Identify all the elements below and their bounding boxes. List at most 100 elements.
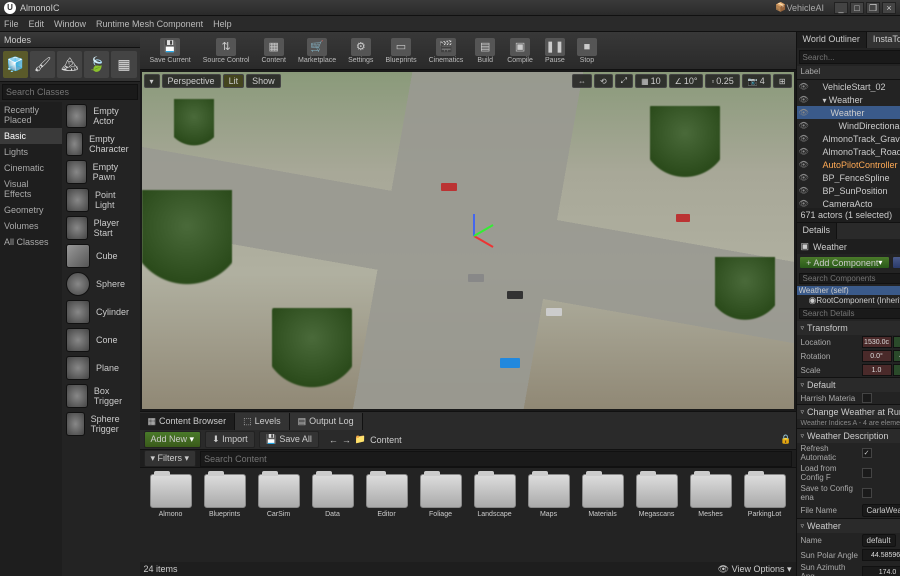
filters-button[interactable]: ▾ Filters ▾ (144, 450, 197, 467)
outliner-row[interactable]: 👁CameraActoCameraActo (797, 197, 900, 208)
save-all-button[interactable]: 💾 Save All (259, 431, 319, 448)
place-item[interactable]: Sphere Trigger (62, 410, 140, 438)
folder-almono[interactable]: Almono (146, 474, 196, 556)
category-all-classes[interactable]: All Classes (0, 234, 62, 250)
folder-landscape[interactable]: Landscape (470, 474, 520, 556)
place-item[interactable]: Empty Actor (62, 102, 140, 130)
tab-world-outliner[interactable]: World Outliner (797, 32, 867, 48)
menu-edit[interactable]: Edit (29, 19, 45, 29)
category-recently-placed[interactable]: Recently Placed (0, 102, 62, 128)
snap-angle-value[interactable]: ∠ 10° (669, 74, 704, 88)
viewport-options-button[interactable]: ▾ (144, 74, 160, 88)
outliner-row[interactable]: 👁VehicleStart_02PlayerStart (797, 80, 900, 93)
menu-window[interactable]: Window (54, 19, 86, 29)
outliner-row[interactable]: 👁WindDirectionalSource1WindDirectiona (797, 119, 900, 132)
component-root[interactable]: ◉RootComponent (Inherited) (797, 295, 900, 306)
folder-editor[interactable]: Editor (362, 474, 412, 556)
viewport-show-button[interactable]: Show (246, 74, 281, 88)
outliner-row[interactable]: 👁AutoPilotControllerAutoPilotCont (797, 158, 900, 171)
lock-icon[interactable]: 🔒 (780, 434, 791, 445)
tab-instatoport[interactable]: InstaToport (867, 32, 900, 48)
components-search-input[interactable] (799, 273, 900, 284)
outliner-search-input[interactable] (799, 50, 900, 64)
menu-file[interactable]: File (4, 19, 19, 29)
toolbar-blueprints[interactable]: ▭Blueprints (379, 38, 422, 64)
edit-blueprint-button[interactable]: ✎ Edit Blueprint (892, 256, 900, 269)
category-geometry[interactable]: Geometry (0, 202, 62, 218)
tab-details[interactable]: Details (797, 223, 838, 239)
toolbar-stop[interactable]: ■Stop (571, 38, 603, 64)
outliner-row[interactable]: 👁▾ WeatherFolder (797, 93, 900, 106)
sun-azimuth-angle[interactable] (862, 566, 900, 576)
details-search-input[interactable] (799, 308, 900, 319)
content-search-input[interactable] (200, 451, 791, 467)
menu-help[interactable]: Help (213, 19, 232, 29)
outliner-row[interactable]: 👁WeatherEdit Weather (797, 106, 900, 119)
folder-data[interactable]: Data (308, 474, 358, 556)
nav-back-button[interactable]: ← (329, 435, 338, 445)
toolbar-source-control[interactable]: ⇅Source Control (197, 38, 256, 64)
snap-scale-button[interactable]: ⤢ (615, 74, 633, 88)
place-item[interactable]: Empty Character (62, 130, 140, 158)
place-item[interactable]: Empty Pawn (62, 158, 140, 186)
place-item[interactable]: Point Light (62, 186, 140, 214)
outliner-row[interactable]: 👁BP_FenceSplineEdit BP_Spline (797, 171, 900, 184)
toolbar-cinematics[interactable]: 🎬Cinematics (423, 38, 470, 64)
folder-maps[interactable]: Maps (524, 474, 574, 556)
camera-speed-button[interactable]: 📷 4 (742, 74, 771, 88)
weather-name-field[interactable]: default (862, 534, 896, 547)
mode-place[interactable]: 🧊 (3, 51, 28, 78)
place-item[interactable]: Sphere (62, 270, 140, 298)
component-self[interactable]: Weather (self) (797, 286, 900, 295)
tab-output-log[interactable]: ▤ Output Log (290, 413, 363, 430)
viewport-maximize-button[interactable]: ⊞ (773, 74, 792, 88)
section-weather-desc[interactable]: ▿Weather Description (797, 429, 900, 443)
category-lights[interactable]: Lights (0, 144, 62, 160)
toolbar-pause[interactable]: ❚❚Pause (539, 38, 571, 64)
toolbar-build[interactable]: ▤Build (469, 38, 501, 64)
snap-translate-button[interactable]: ⇔ (572, 74, 592, 88)
menu-runtime-mesh[interactable]: Runtime Mesh Component (96, 19, 203, 29)
outliner-col-label[interactable]: Label (797, 66, 900, 79)
place-item[interactable]: Plane (62, 354, 140, 382)
minimize-button[interactable]: _ (834, 2, 848, 14)
transform-gizmo[interactable] (454, 214, 494, 254)
viewport-3d[interactable] (142, 72, 794, 409)
outliner-row[interactable]: 👁AlmonoTrack_Road1StaticMeshActo (797, 145, 900, 158)
mode-geometry[interactable]: ▦ (111, 51, 136, 78)
place-item[interactable]: Cube (62, 242, 140, 270)
category-volumes[interactable]: Volumes (0, 218, 62, 234)
folder-blueprints[interactable]: Blueprints (200, 474, 250, 556)
add-component-button[interactable]: + Add Component ▾ (799, 256, 891, 269)
place-item[interactable]: Box Trigger (62, 382, 140, 410)
folder-carsim[interactable]: CarSim (254, 474, 304, 556)
rotation-y[interactable] (893, 350, 900, 362)
folder-parkinglot[interactable]: ParkingLot (740, 474, 790, 556)
section-change-weather[interactable]: ▿Change Weather at Runtime (797, 405, 900, 419)
nav-forward-button[interactable]: → (342, 435, 351, 445)
modes-search-input[interactable] (2, 84, 138, 100)
import-button[interactable]: ⬇ Import (205, 431, 255, 448)
viewport-perspective-button[interactable]: Perspective (162, 74, 221, 88)
toolbar-marketplace[interactable]: 🛒Marketplace (292, 38, 342, 64)
place-item[interactable]: Cone (62, 326, 140, 354)
close-button[interactable]: × (882, 2, 896, 14)
category-visual-effects[interactable]: Visual Effects (0, 176, 62, 202)
toolbar-settings[interactable]: ⚙Settings (342, 38, 379, 64)
section-default[interactable]: ▿Default (797, 378, 900, 392)
maximize-button[interactable]: □ (850, 2, 864, 14)
viewport-lit-button[interactable]: Lit (223, 74, 245, 88)
save-config-checkbox[interactable] (862, 488, 872, 498)
scale-x[interactable] (862, 364, 892, 376)
outliner-row[interactable]: 👁AlmonoTrack_GravelStaticMeshActo (797, 132, 900, 145)
outliner-row[interactable]: 👁BP_SunPositionEdit BP_SunPo (797, 184, 900, 197)
tab-levels[interactable]: ⬚ Levels (235, 413, 290, 430)
content-view-options[interactable]: 👁 View Options ▾ (718, 564, 792, 575)
load-config-checkbox[interactable] (862, 468, 872, 478)
harrish-checkbox[interactable] (862, 393, 872, 403)
folder-megascans[interactable]: Megascans (632, 474, 682, 556)
rotation-x[interactable] (862, 350, 892, 362)
mode-foliage[interactable]: 🍃 (84, 51, 109, 78)
category-basic[interactable]: Basic (0, 128, 62, 144)
sun-polar-angle[interactable] (862, 549, 900, 561)
